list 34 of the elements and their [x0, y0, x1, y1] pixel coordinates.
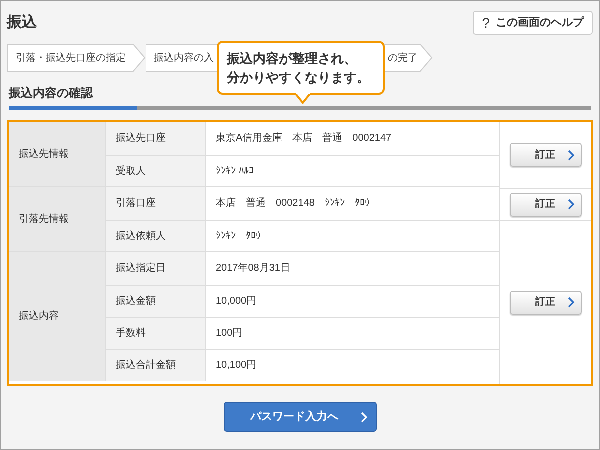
row-value-cell-text: ｼﾝｷﾝ ﾊﾙｺ — [215, 164, 255, 178]
row-label-cell: 振込合計金額 — [106, 350, 206, 381]
row-label-cell: 振込先口座 — [106, 122, 206, 155]
row-label-cell: 振込金額 — [106, 286, 206, 317]
row-label-cell: 受取人 — [106, 156, 206, 186]
step-arrow-icon — [420, 44, 433, 72]
chevron-right-icon — [568, 297, 574, 308]
row-label-cell: 振込指定日 — [106, 252, 206, 285]
row-value-cell-text: 100円 — [215, 327, 244, 341]
row-value-cell-text: 本店 普通 0002148 ｼﾝｷﾝ ﾀﾛｳ — [215, 196, 371, 211]
correction-button[interactable]: 訂正 — [510, 290, 582, 314]
group-header-cell: 振込先情報 — [9, 122, 106, 186]
row-label-cell: 振込依頼人 — [106, 221, 206, 251]
correction-button[interactable]: 訂正 — [510, 192, 582, 216]
row-value-cell-text: 2017年08月31日 — [215, 262, 292, 276]
row-value-cell-text: ｼﾝｷﾝ ﾀﾛｳ — [215, 230, 262, 244]
row-value-cell-text: 10,000円 — [215, 295, 258, 309]
help-button[interactable]: ? この画面のヘルプ — [473, 11, 593, 35]
step-arrow-icon — [133, 44, 146, 72]
section-title: 振込内容の確認 — [9, 85, 93, 102]
row-value-cell-text: 10,100円 — [215, 359, 258, 373]
chevron-right-icon — [568, 150, 574, 160]
chevron-right-icon — [568, 199, 574, 210]
page-title: 振込 — [7, 12, 37, 33]
row-label-cell: 手数料 — [106, 318, 206, 349]
row-value-cell-text: 東京A信用金庫 本店 普通 0002147 — [215, 132, 393, 146]
group-header-cell: 振込内容 — [9, 252, 106, 381]
password-entry-button[interactable]: パスワード入力へ — [224, 402, 376, 432]
question-mark: ? — [482, 14, 490, 32]
correction-button[interactable]: 訂正 — [510, 143, 582, 167]
chevron-right-icon — [360, 412, 368, 422]
row-label-cell: 引落口座 — [106, 187, 206, 220]
group-header-cell: 引落先情報 — [9, 187, 106, 251]
callout-tail — [295, 93, 311, 104]
